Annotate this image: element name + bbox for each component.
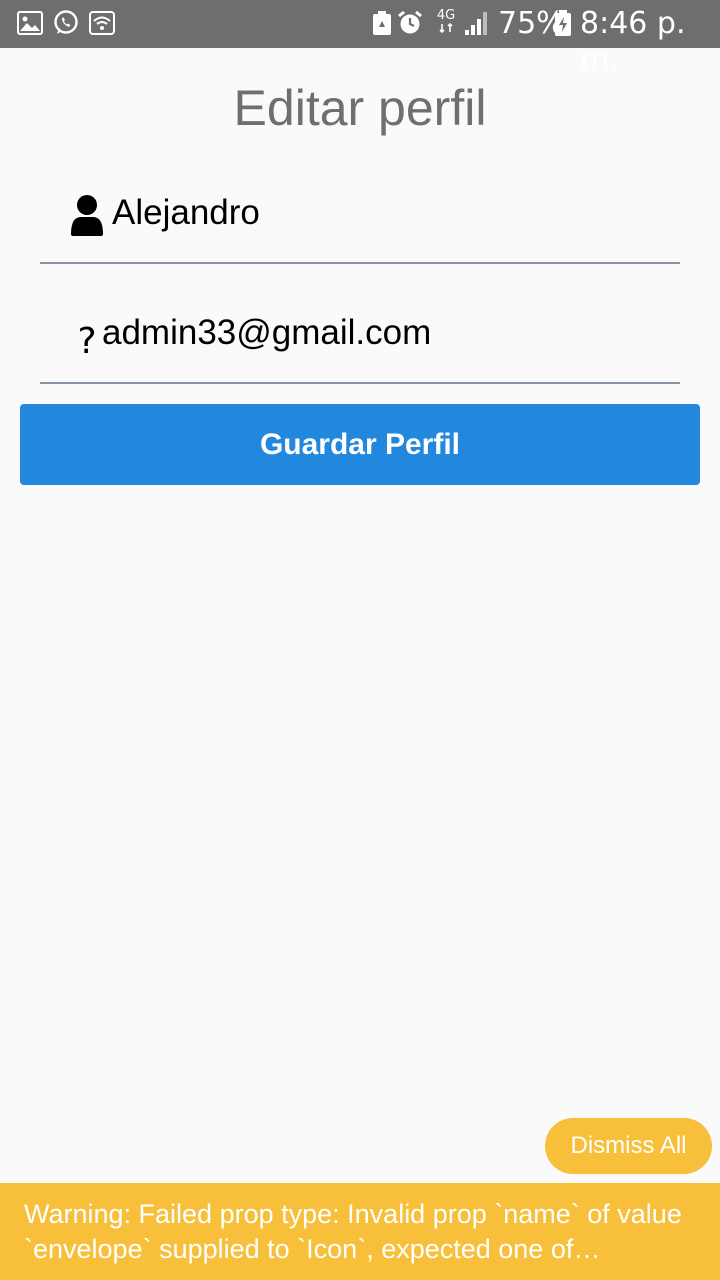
signal-icon xyxy=(462,10,492,36)
battery-charging-icon xyxy=(553,10,573,36)
battery-saver-icon xyxy=(369,10,395,36)
email-field[interactable]: ? xyxy=(40,292,680,384)
user-icon xyxy=(70,192,104,238)
gallery-icon xyxy=(17,10,43,36)
name-input[interactable] xyxy=(112,190,672,236)
save-profile-button[interactable]: Guardar Perfil xyxy=(20,404,700,485)
clock: 8:46 p. m. xyxy=(580,6,686,77)
email-input[interactable] xyxy=(102,310,662,356)
whatsapp-icon xyxy=(53,10,79,36)
network-label: 4G xyxy=(436,8,456,23)
page-title: Editar perfil xyxy=(233,80,487,136)
alarm-icon xyxy=(397,10,423,36)
name-field[interactable] xyxy=(40,172,680,264)
dismiss-all-button[interactable]: Dismiss All xyxy=(545,1118,712,1174)
network-4g-icon: 4G xyxy=(434,8,458,34)
question-mark-icon: ? xyxy=(77,320,97,362)
status-bar: 4G 75% 8:46 p. m. xyxy=(0,0,720,77)
warning-banner[interactable]: Warning: Failed prop type: Invalid prop … xyxy=(0,1183,720,1280)
wifi-icon xyxy=(89,10,115,36)
warning-text: Warning: Failed prop type: Invalid prop … xyxy=(24,1199,682,1264)
